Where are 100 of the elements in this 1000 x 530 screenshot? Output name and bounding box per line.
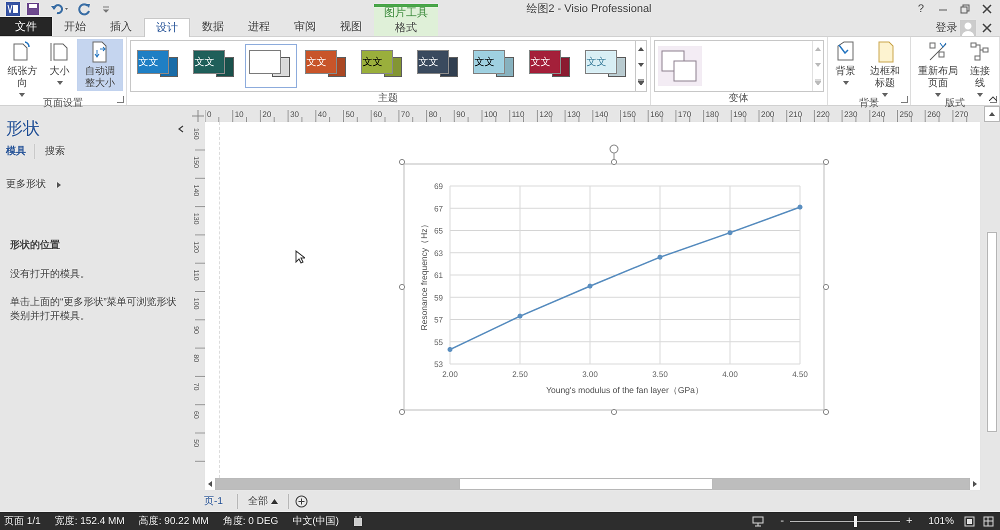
ribbon-tab[interactable]: 插入 xyxy=(98,17,144,36)
pane-tab[interactable]: 搜索 xyxy=(34,144,73,160)
ruler-label: 190 xyxy=(733,110,747,119)
ribbon-button[interactable]: 大小 xyxy=(44,39,75,86)
close-icon[interactable] xyxy=(982,4,992,14)
save-icon[interactable] xyxy=(26,2,40,16)
hint-text: 单击上面的“更多形状”菜单可浏览形状类别并打开模具。 xyxy=(10,296,178,324)
ribbon-tab[interactable]: 开始 xyxy=(52,17,98,36)
page-tab[interactable]: 页-1 xyxy=(198,494,238,508)
y-axis-title: Resonance frequency（Hz） xyxy=(419,219,429,331)
ruler-label: 210 xyxy=(788,110,802,119)
zoom-in-button[interactable]: + xyxy=(902,512,916,530)
more-shapes-menu[interactable]: 更多形状 xyxy=(6,177,46,192)
sign-in-link[interactable]: 登录 xyxy=(935,20,958,36)
window-title: 绘图2 - Visio Professional xyxy=(526,2,652,17)
axis-tick-label: 3.00 xyxy=(582,370,598,379)
status-text: 高度: 90.22 MM xyxy=(138,514,209,528)
zoom-level[interactable]: 101% xyxy=(928,514,954,528)
section-title: 形状的位置 xyxy=(10,238,61,254)
scroll-left-icon[interactable] xyxy=(205,478,215,490)
group-label: 版式 xyxy=(944,98,966,110)
mouse-cursor-icon xyxy=(295,250,305,264)
pane-title: 形状 xyxy=(6,118,40,140)
data-point xyxy=(588,284,592,289)
axis-tick-label: 3.50 xyxy=(652,370,668,379)
ribbon-tab[interactable]: 视图 xyxy=(328,17,374,36)
axis-tick-label: 4.50 xyxy=(792,370,808,379)
collapse-ribbon-icon[interactable] xyxy=(989,96,997,101)
gallery-scroll-buttons[interactable] xyxy=(634,41,646,91)
ruler-label: 90 xyxy=(456,110,466,119)
ribbon-tab[interactable]: 进程 xyxy=(236,17,282,36)
ribbon-button[interactable]: 重新布局页面 xyxy=(914,39,962,98)
axis-tick-label: 69 xyxy=(434,182,443,191)
scroll-right-icon[interactable] xyxy=(970,478,980,490)
empty-note: 没有打开的模具。 xyxy=(10,268,91,282)
ribbon-button[interactable]: 自动调整大小 xyxy=(77,39,123,91)
data-point xyxy=(798,204,802,210)
ribbon-tab[interactable]: 文件 xyxy=(0,17,52,36)
ribbon-button[interactable]: 背景 xyxy=(830,39,861,86)
ruler-label: 0 xyxy=(207,110,212,119)
zoom-slider-thumb[interactable] xyxy=(854,516,857,526)
pane-tab[interactable]: 模具 xyxy=(6,144,34,160)
ruler-label: 250 xyxy=(900,110,913,119)
ruler-label: 130 xyxy=(567,110,580,119)
ruler-label: 100 xyxy=(484,110,498,119)
axis-tick-label: 55 xyxy=(434,338,443,347)
dialog-launcher-icon[interactable] xyxy=(990,96,997,103)
redo-icon[interactable] xyxy=(78,2,92,16)
ruler-label: 120 xyxy=(539,110,553,119)
ruler-label: 180 xyxy=(706,110,719,119)
add-page-icon[interactable] xyxy=(294,494,308,508)
ribbon-button[interactable]: 边框和标题 xyxy=(863,39,908,98)
ruler-label: 140 xyxy=(594,110,608,119)
rotate-handle[interactable] xyxy=(610,144,618,160)
group-label: 背景 xyxy=(858,98,880,110)
ribbon-tab[interactable]: 数据 xyxy=(190,17,236,36)
ruler-label: 160 xyxy=(650,110,664,119)
theme-thumbnail[interactable] xyxy=(244,44,297,88)
status-text: 角度: 0 DEG xyxy=(222,514,278,528)
switch-windows-icon[interactable] xyxy=(983,516,994,526)
zoom-out-button[interactable]: - xyxy=(776,512,788,530)
axis-tick-label: 59 xyxy=(434,293,443,302)
ribbon-tab[interactable]: 格式 xyxy=(374,20,438,36)
ruler-label: 230 xyxy=(844,110,858,119)
all-pages-button[interactable]: 全部 xyxy=(238,494,289,508)
axis-tick-label: 65 xyxy=(434,226,443,236)
ribbon-button[interactable]: 纸张方向 xyxy=(3,39,42,98)
ruler-label: 150 xyxy=(622,110,636,119)
data-point xyxy=(518,314,522,319)
ribbon-tab[interactable]: 设计 xyxy=(144,18,190,37)
fit-page-icon[interactable] xyxy=(964,516,975,526)
macro-icon[interactable] xyxy=(353,516,363,526)
axis-tick-label: 4.00 xyxy=(722,370,738,379)
close-icon[interactable] xyxy=(982,23,992,33)
collapse-pane-icon[interactable] xyxy=(178,124,184,133)
ribbon-tab[interactable]: 审阅 xyxy=(282,17,328,36)
axis-tick-label: 61 xyxy=(434,271,443,280)
vertical-scrollbar-thumb[interactable] xyxy=(987,232,997,432)
status-text: 页面 1/1 xyxy=(4,514,41,528)
axis-tick-label: 2.50 xyxy=(512,370,528,379)
axis-tick-label: 53 xyxy=(434,360,443,369)
ruler-label: 240 xyxy=(872,110,886,119)
horizontal-scrollbar-thumb[interactable] xyxy=(460,479,712,489)
undo-icon[interactable] xyxy=(50,2,70,16)
data-point xyxy=(448,347,452,352)
axis-tick-label: 2.00 xyxy=(442,370,458,379)
customize-icon[interactable] xyxy=(102,5,110,13)
ribbon-button[interactable]: 连接线 xyxy=(964,39,996,98)
axis-tick-label: 63 xyxy=(434,248,443,258)
ruler-label: 170 xyxy=(678,110,692,119)
restore-icon[interactable] xyxy=(960,4,970,14)
ruler-label: 40 xyxy=(318,110,327,119)
group-label: 主题 xyxy=(377,93,400,105)
app-logo-icon[interactable] xyxy=(6,2,20,16)
variant-thumbnail[interactable] xyxy=(658,46,702,86)
x-axis-title: Young's modulus of the fan layer（GPa） xyxy=(546,385,704,395)
presentation-mode-icon[interactable] xyxy=(752,516,764,526)
help-button[interactable]: ? xyxy=(918,0,924,18)
ruler-label: 50 xyxy=(346,110,354,119)
ruler-label: 10 xyxy=(234,110,244,119)
